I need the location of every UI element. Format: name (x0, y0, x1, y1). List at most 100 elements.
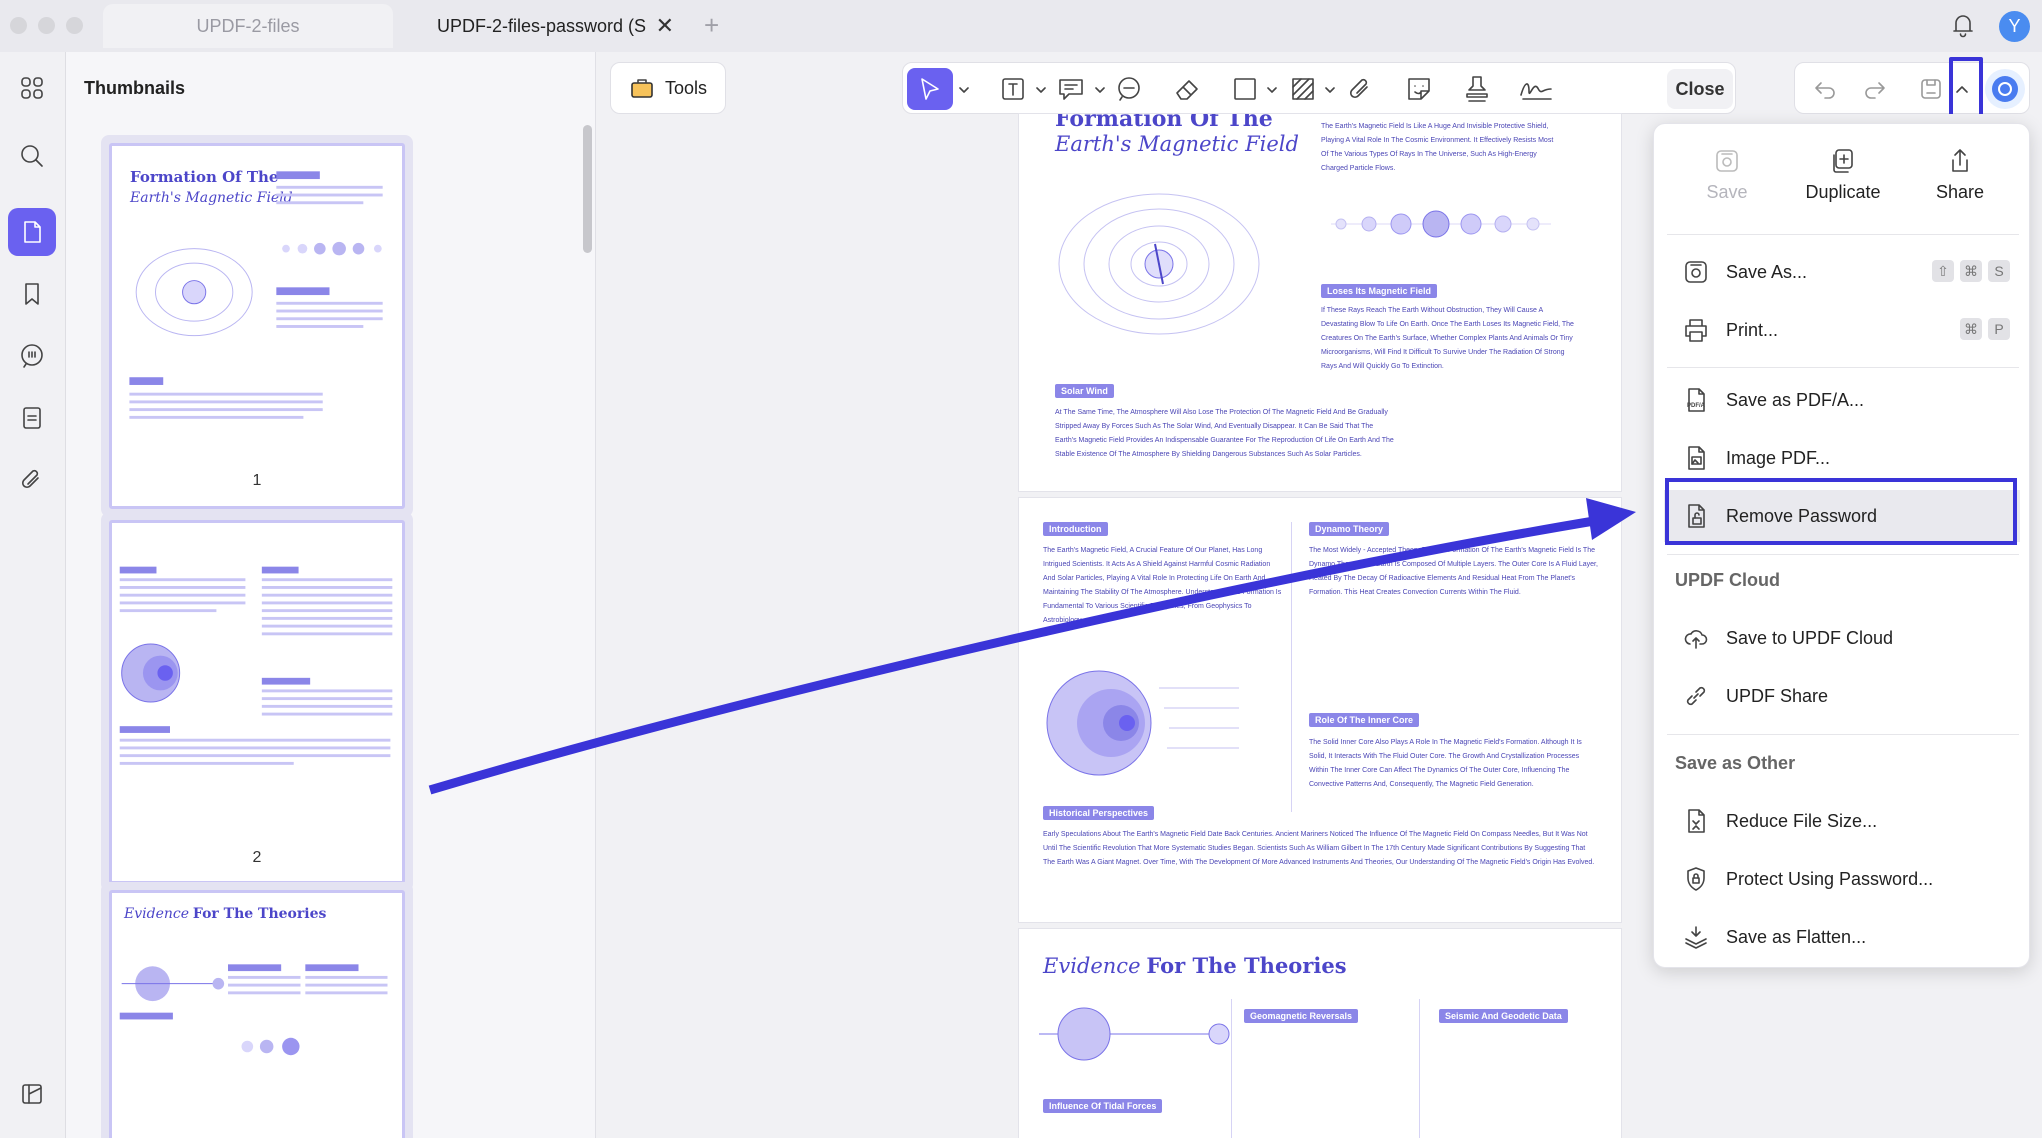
page-subtitle: Earth's Magnetic Field (1055, 132, 1299, 156)
command-key: ⌘ (1960, 318, 1982, 340)
save-menu: Save Duplicate Share Save As... ⇧ ⌘ S Pr… (1653, 123, 2030, 968)
chevron-down-icon[interactable] (1267, 85, 1277, 95)
text-box-tool[interactable] (997, 73, 1029, 105)
thumbnails-panel: Thumbnails Formation Of The Earth's Magn… (66, 52, 596, 1138)
chevron-down-icon[interactable] (1095, 85, 1105, 95)
menu-save-flatten[interactable]: Save as Flatten... (1664, 911, 2020, 963)
stamp-tool[interactable] (1461, 73, 1493, 105)
pdfa-icon: PDF/A (1687, 388, 1706, 412)
chevron-down-icon[interactable] (1325, 85, 1335, 95)
inner-core-paragraph: The Solid Inner Core Also Plays A Role I… (1309, 739, 1582, 788)
redo-icon[interactable] (1861, 75, 1889, 103)
attach-tool[interactable] (1345, 73, 1377, 105)
menu-share-label: Share (1935, 182, 1985, 202)
chevron-down-icon[interactable] (1036, 85, 1046, 95)
thumbnail-graphics (119, 566, 393, 765)
eraser-tool[interactable] (1171, 73, 1203, 105)
page-thumbnail-2[interactable] (101, 512, 413, 892)
menu-section-cloud: UPDF Cloud (1675, 570, 1780, 590)
menu-save-to-cloud[interactable]: Save to UPDF Cloud (1664, 612, 2020, 664)
thumbnail-page-number: 2 (252, 849, 262, 866)
column-divider (1291, 522, 1292, 812)
shape-tool[interactable] (1229, 73, 1261, 105)
document-page-1: Formation Of The Earth's Magnetic Field … (1019, 114, 1621, 491)
earth-layers-diagram (1046, 670, 1239, 776)
thumbnail-graphics (119, 964, 388, 1056)
menu-save-button[interactable]: Save (1672, 146, 1782, 203)
image-pdf-icon (1688, 446, 1705, 470)
page-title: Evidence For The Theories (1043, 953, 1347, 979)
apps-grid-icon[interactable] (8, 64, 56, 112)
comments-icon[interactable] (8, 332, 56, 380)
menu-item-label: Save as PDF/A... (1726, 389, 1865, 410)
menu-save-as[interactable]: Save As... ⇧ ⌘ S (1664, 246, 2020, 298)
sticky-note-tool[interactable] (1113, 73, 1145, 105)
earth-orbit-diagram (1039, 1007, 1230, 1061)
signature-icon (1520, 83, 1552, 100)
tab-close-icon[interactable]: ✕ (656, 4, 674, 48)
menu-image-pdf[interactable]: Image PDF... (1664, 432, 2020, 484)
undo-icon[interactable] (1811, 75, 1839, 103)
title-bold: For The Theories (1146, 953, 1347, 978)
menu-divider (1667, 734, 2019, 735)
search-icon[interactable] (8, 132, 56, 180)
menu-share-button[interactable]: Share (1905, 146, 2015, 203)
menu-duplicate-button[interactable]: Duplicate (1788, 146, 1898, 203)
layers-icon[interactable] (8, 1070, 56, 1118)
duplicate-icon (1833, 149, 1853, 173)
select-tool-button[interactable] (907, 68, 953, 110)
menu-item-label: UPDF Share (1726, 685, 1829, 706)
window-close-button[interactable] (10, 17, 27, 34)
scrollbar[interactable] (583, 125, 592, 253)
tab-label: UPDF-2-files-password (S (437, 16, 647, 36)
menu-item-label: Image PDF... (1726, 447, 1831, 468)
signature-tool[interactable] (1517, 73, 1555, 105)
area-tool[interactable] (1287, 73, 1319, 105)
thumbnails-icon[interactable] (8, 208, 56, 256)
close-button[interactable]: Close (1667, 69, 1733, 109)
intro-paragraph: The Earth's Magnetic Field Is Like A Hug… (1321, 123, 1554, 172)
sticker-icon (1408, 78, 1430, 100)
menu-reduce-file-size[interactable]: Reduce File Size... (1664, 795, 2020, 847)
menu-item-label: Save As... (1726, 261, 1808, 282)
section-label: Influence Of Tidal Forces (1043, 1099, 1163, 1113)
comment-tool[interactable] (1055, 73, 1087, 105)
menu-print[interactable]: Print... ⌘ P (1664, 304, 2020, 356)
planet-size-row (1331, 210, 1551, 238)
tab-updf-2-files-password[interactable]: UPDF-2-files-password (S ✕ (412, 4, 688, 48)
sticker-tool[interactable] (1403, 73, 1435, 105)
menu-protect-password[interactable]: Protect Using Password... (1664, 853, 2020, 905)
menu-item-label: Print... (1726, 319, 1779, 340)
command-key: ⌘ (1960, 260, 1982, 282)
window-minimize-button[interactable] (38, 17, 55, 34)
loses-paragraph: If These Rays Reach The Earth Without Ob… (1321, 307, 1574, 370)
cloud-upload-icon (1684, 630, 1708, 649)
new-tab-plus-icon[interactable]: + (704, 10, 719, 41)
bell-icon[interactable] (1948, 10, 1978, 40)
save-as-icon (1685, 261, 1707, 283)
history-toolbar (1794, 62, 2030, 114)
window-zoom-button[interactable] (66, 17, 83, 34)
pages-icon[interactable] (8, 394, 56, 442)
text-box-icon (1002, 78, 1024, 100)
s-key: S (1988, 260, 2010, 282)
panel-title: Thumbnails (84, 78, 186, 98)
bookmark-icon[interactable] (8, 270, 56, 318)
tab-updf-2-files[interactable]: UPDF-2-files (103, 4, 393, 48)
share-icon (1952, 149, 1968, 172)
save-icon[interactable] (1917, 75, 1945, 103)
ai-assistant-icon[interactable] (1985, 69, 2025, 109)
menu-updf-share[interactable]: UPDF Share (1664, 670, 2020, 722)
section-label: Introduction (1043, 522, 1108, 536)
page-thumbnail-3[interactable]: Evidence For The Theories (101, 882, 413, 1138)
intro-paragraph: The Earth's Magnetic Field, A Crucial Fe… (1043, 547, 1282, 624)
title-bar: UPDF-2-files UPDF-2-files-password (S ✕ … (0, 0, 2042, 52)
attachment-icon[interactable] (8, 456, 56, 504)
avatar[interactable]: Y (1999, 11, 2030, 42)
shift-key: ⇧ (1932, 260, 1954, 282)
section-label: Dynamo Theory (1309, 522, 1390, 536)
menu-save-pdfa[interactable]: PDF/A Save as PDF/A... (1664, 374, 2020, 426)
chevron-down-icon[interactable] (959, 85, 969, 95)
page-thumbnail-1[interactable]: Formation Of The Earth's Magnetic Field (101, 135, 413, 517)
tools-button[interactable]: Tools (610, 62, 726, 114)
